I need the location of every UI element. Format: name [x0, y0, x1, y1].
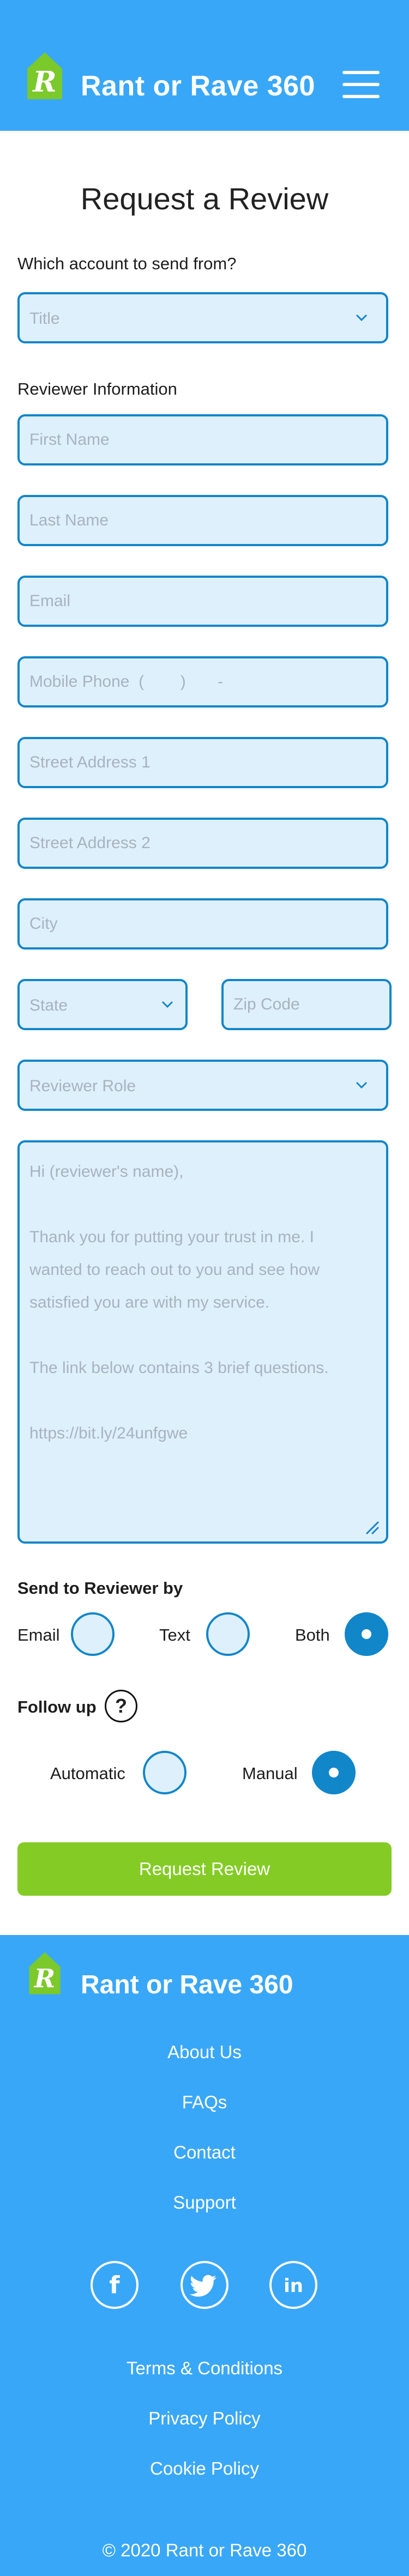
message-textarea[interactable]: Hi (reviewer's name), Thank you for putt…	[17, 1140, 388, 1544]
reviewer-info-label: Reviewer Information	[17, 379, 177, 398]
send-by-text-radio[interactable]	[206, 1612, 250, 1656]
footer-link-contact[interactable]: Contact	[0, 2142, 409, 2163]
footer-link-about[interactable]: About Us	[0, 2042, 409, 2063]
footer-link-privacy[interactable]: Privacy Policy	[0, 2408, 409, 2429]
chevron-down-icon	[161, 1001, 173, 1008]
chevron-down-icon	[356, 1081, 368, 1089]
facebook-icon[interactable]: f	[91, 2261, 139, 2309]
first-name-input[interactable]	[20, 416, 386, 463]
zip-code-input[interactable]	[224, 981, 389, 1028]
send-by-label: Send to Reviewer by	[17, 1579, 183, 1598]
page-title: Request a Review	[80, 182, 329, 216]
footer-link-faqs[interactable]: FAQs	[0, 2092, 409, 2113]
linkedin-glyph: in	[284, 2275, 303, 2297]
send-by-email-label: Email	[17, 1625, 60, 1644]
facebook-glyph: f	[109, 2271, 120, 2299]
footer-link-cookie[interactable]: Cookie Policy	[0, 2458, 409, 2479]
city-field[interactable]	[17, 898, 388, 950]
account-select-value: Title	[29, 310, 60, 328]
footer-logo-letter: R	[33, 1963, 56, 1993]
email-input[interactable]	[20, 578, 386, 625]
reviewer-role-value: Reviewer Role	[29, 1077, 136, 1095]
street-address-2-field[interactable]	[17, 818, 388, 869]
send-by-text-label: Text	[159, 1625, 190, 1644]
account-label: Which account to send from?	[17, 254, 237, 273]
follow-up-automatic-label: Automatic	[50, 1764, 125, 1783]
follow-up-manual-label: Manual	[242, 1764, 298, 1783]
street-address-2-input[interactable]	[20, 820, 386, 867]
city-input[interactable]	[20, 900, 386, 947]
first-name-field[interactable]	[17, 414, 388, 465]
account-select[interactable]: Title	[17, 292, 388, 343]
last-name-field[interactable]	[17, 495, 388, 546]
help-icon[interactable]: ?	[105, 1690, 137, 1722]
mobile-phone-field[interactable]	[17, 656, 388, 708]
request-review-button[interactable]: Request Review	[17, 1842, 392, 1896]
email-field[interactable]	[17, 576, 388, 627]
twitter-icon[interactable]	[181, 2261, 228, 2309]
street-address-1-input[interactable]	[20, 739, 386, 786]
footer-link-terms[interactable]: Terms & Conditions	[0, 2358, 409, 2379]
footer-brand-title[interactable]: Rant or Rave 360	[81, 1970, 293, 2000]
street-address-1-field[interactable]	[17, 737, 388, 788]
logo-icon[interactable]: R	[23, 50, 67, 102]
send-by-both-label: Both	[295, 1625, 330, 1644]
follow-up-automatic-radio[interactable]	[143, 1751, 187, 1794]
follow-up-label: Follow up	[17, 1697, 97, 1716]
send-by-email-radio[interactable]	[71, 1612, 115, 1656]
zip-code-field[interactable]	[221, 979, 392, 1030]
last-name-input[interactable]	[20, 497, 386, 544]
linkedin-icon[interactable]: in	[269, 2261, 317, 2309]
footer-logo-icon[interactable]: R	[25, 1950, 64, 1997]
brand-title[interactable]: Rant or Rave 360	[81, 70, 315, 102]
send-by-both-radio[interactable]	[345, 1612, 388, 1656]
follow-up-manual-radio[interactable]	[312, 1751, 356, 1794]
state-select-value: State	[29, 996, 68, 1014]
reviewer-role-select[interactable]: Reviewer Role	[17, 1060, 388, 1111]
logo-letter: R	[32, 65, 56, 99]
message-text: Hi (reviewer's name), Thank you for putt…	[29, 1163, 329, 1442]
state-select[interactable]: State	[17, 979, 188, 1030]
site-footer	[0, 1935, 409, 2576]
mobile-phone-input[interactable]	[20, 658, 386, 705]
chevron-down-icon	[356, 314, 368, 322]
resize-handle-icon[interactable]	[364, 1520, 381, 1536]
site-header: R Rant or Rave 360	[0, 0, 409, 131]
footer-link-support[interactable]: Support	[0, 2192, 409, 2213]
hamburger-menu-icon[interactable]	[342, 69, 380, 100]
copyright-text: © 2020 Rant or Rave 360	[102, 2540, 307, 2560]
